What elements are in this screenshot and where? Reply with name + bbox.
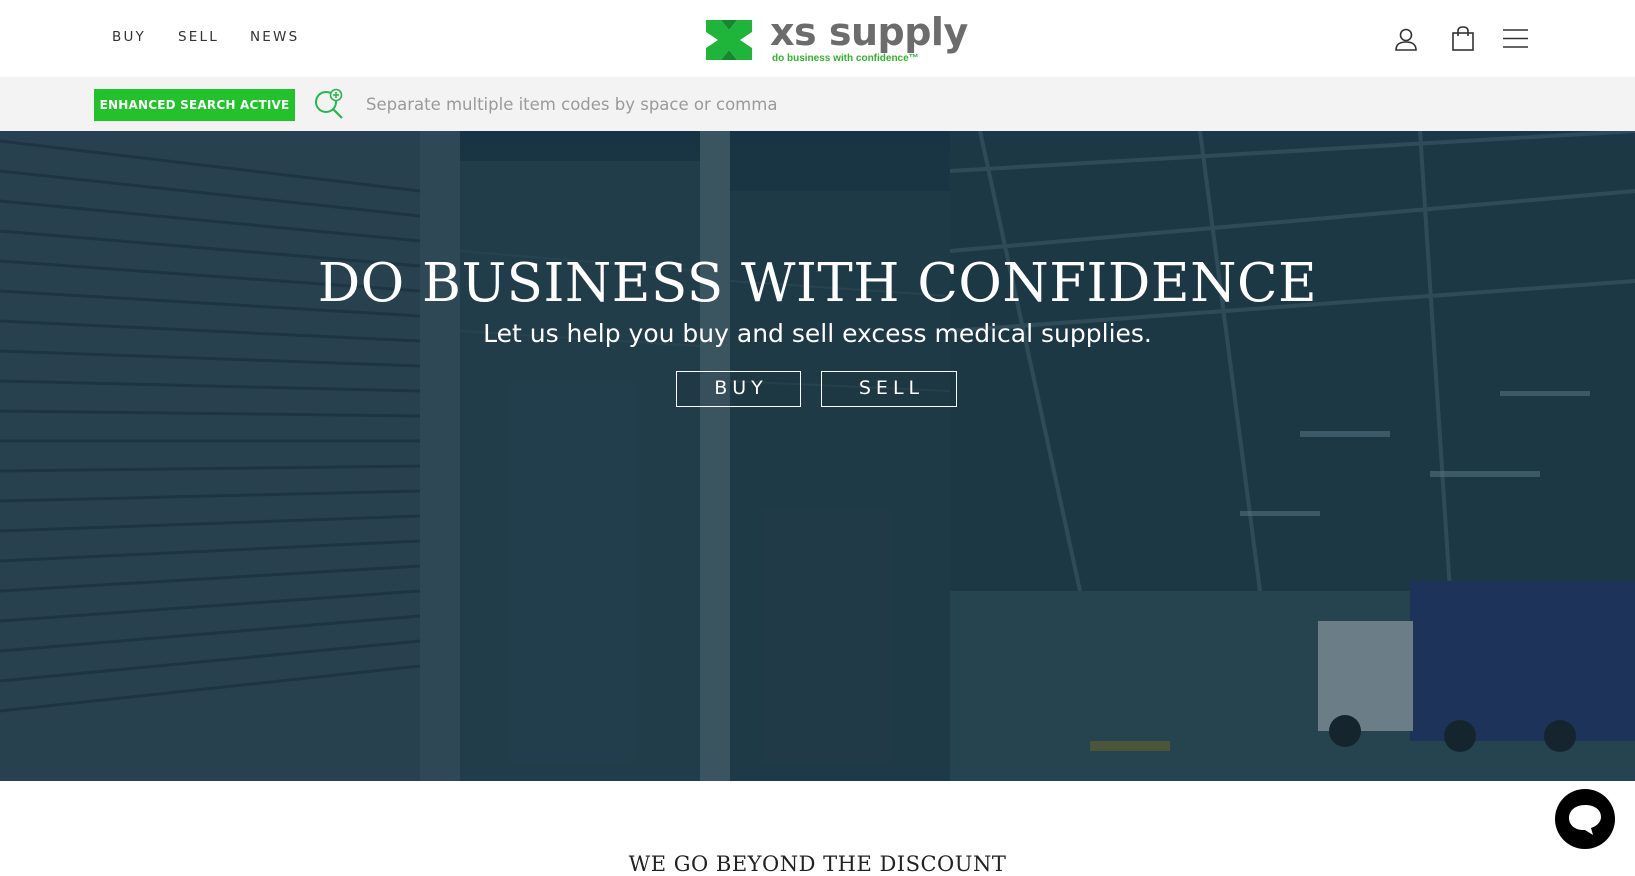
chat-button[interactable] xyxy=(1555,789,1615,849)
cart-icon[interactable] xyxy=(1452,26,1474,51)
logo-mark-icon xyxy=(706,20,752,60)
search-plus-icon[interactable] xyxy=(312,88,346,120)
item-code-search-input[interactable] xyxy=(366,88,1566,120)
section-heading: WE GO BEYOND THE DISCOUNT xyxy=(628,852,1007,876)
hero-banner: DO BUSINESS WITH CONFIDENCE Let us help … xyxy=(0,131,1635,781)
logo-wordmark: xs supply xyxy=(770,10,968,54)
nav-link-buy[interactable]: BUY xyxy=(112,29,146,45)
hero-subtitle: Let us help you buy and sell excess medi… xyxy=(483,319,1152,348)
search-bar: ENHANCED SEARCH ACTIVE xyxy=(0,77,1635,131)
hero-sell-button[interactable]: SELL xyxy=(821,371,957,407)
hero-overlay xyxy=(0,131,1635,781)
site-header: BUY SELL NEWS xs supply do business with… xyxy=(0,0,1635,77)
site-logo[interactable]: xs supply do business with confidence™ xyxy=(706,10,968,68)
enhanced-search-badge[interactable]: ENHANCED SEARCH ACTIVE xyxy=(94,89,295,121)
hero-buy-button[interactable]: BUY xyxy=(676,371,801,407)
logo-tagline: do business with confidence™ xyxy=(772,53,919,64)
user-icon[interactable] xyxy=(1394,27,1418,51)
nav-link-news[interactable]: NEWS xyxy=(250,29,299,45)
chat-bubble-icon xyxy=(1569,805,1601,835)
nav-link-sell[interactable]: SELL xyxy=(178,29,219,45)
menu-icon[interactable] xyxy=(1503,29,1528,48)
hero-title: DO BUSINESS WITH CONFIDENCE xyxy=(317,253,1318,314)
